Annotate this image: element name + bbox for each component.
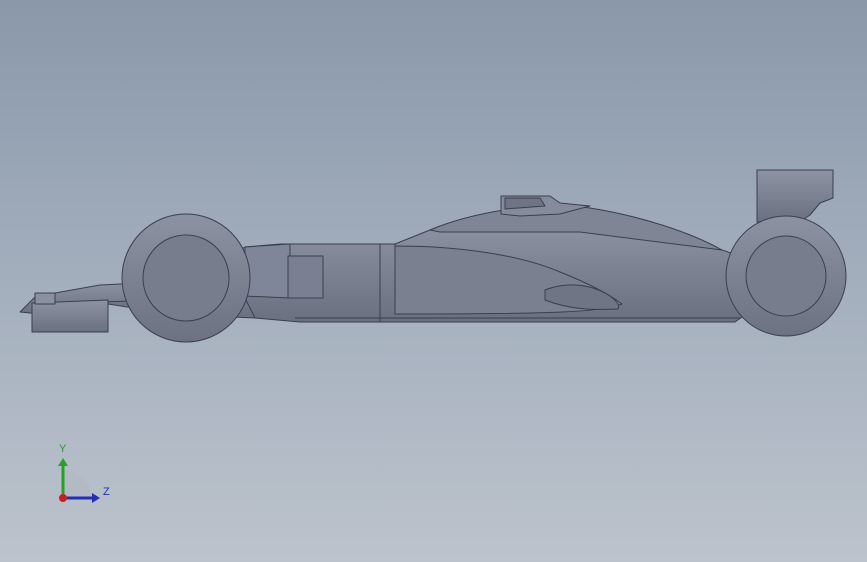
front-wing-flap	[34, 292, 56, 305]
z-axis-label: Z	[103, 486, 110, 498]
cad-graphics-area[interactable]: Y Z	[0, 0, 867, 562]
triad-plane-shading	[63, 470, 92, 498]
front-rim	[142, 234, 230, 322]
z-axis-arrow	[92, 493, 100, 503]
rear-wing	[756, 169, 834, 223]
race-car-model[interactable]	[0, 0, 867, 562]
nose	[244, 243, 291, 299]
y-axis-label: Y	[59, 443, 67, 455]
y-axis-arrow	[58, 458, 68, 466]
front-wing	[31, 299, 109, 333]
orientation-triad: Y Z	[50, 442, 120, 512]
x-axis-point	[59, 494, 67, 502]
rear-rim	[745, 235, 827, 317]
nose-panel	[287, 255, 324, 299]
